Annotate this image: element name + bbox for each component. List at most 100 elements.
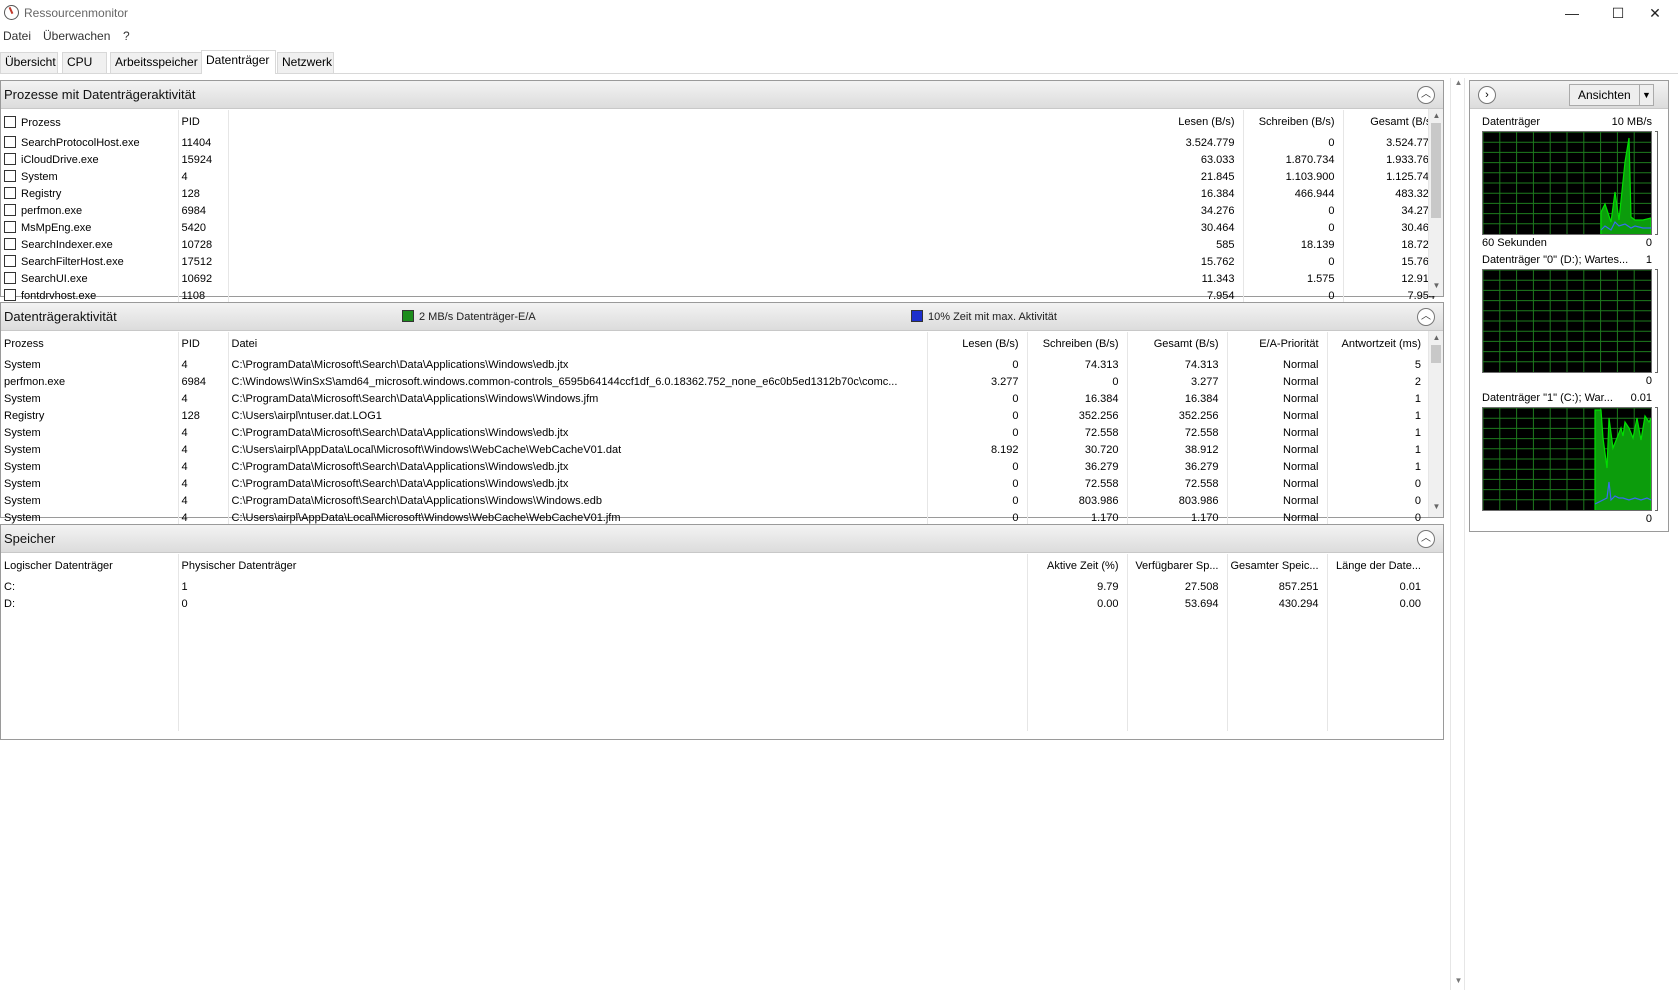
table-row[interactable]: Registry 128 C:\Users\airpl\ntuser.dat.LOG… bbox=[1, 407, 1429, 424]
process-cell[interactable]: perfmon.exe bbox=[1, 202, 178, 219]
table-row[interactable]: perfmon.exe 6984 C:\Windows\WinSxS\amd64_m… bbox=[1, 373, 1429, 390]
scroll-thumb[interactable] bbox=[1431, 123, 1441, 218]
process-cell[interactable]: SearchProtocolHost.exe bbox=[1, 134, 178, 151]
tab-overview[interactable]: Übersicht bbox=[0, 52, 58, 73]
scroll-down-icon[interactable]: ▼ bbox=[1451, 976, 1466, 985]
pid-cell: 4 bbox=[177, 356, 228, 373]
column-header-pid[interactable]: PID bbox=[177, 110, 228, 134]
table-row[interactable]: D: 0 0.00 53.694 430.294 0.00 bbox=[1, 595, 1429, 612]
read-cell: 0 bbox=[926, 475, 1027, 492]
column-header-priority[interactable]: E/A-Priorität bbox=[1226, 332, 1327, 356]
row-checkbox[interactable] bbox=[4, 170, 16, 182]
table-row[interactable]: System 4 C:\ProgramData\Microsoft\Search\D… bbox=[1, 475, 1429, 492]
tab-disk[interactable]: Datenträger bbox=[201, 50, 276, 74]
table-row[interactable]: perfmon.exe 6984 34.276 0 34.276 bbox=[1, 202, 1443, 219]
storage-panel-header[interactable]: Speicher ︿ bbox=[1, 525, 1443, 553]
panel-title: Datenträgeraktivität bbox=[4, 309, 117, 324]
column-header-pid[interactable]: PID bbox=[177, 332, 228, 356]
column-header-queue-length[interactable]: Länge der Date... bbox=[1326, 554, 1429, 578]
row-checkbox[interactable] bbox=[4, 204, 16, 216]
column-header-total[interactable]: Gesamt (B/s) bbox=[1126, 332, 1227, 356]
menu-help[interactable]: ? bbox=[123, 29, 130, 43]
process-cell[interactable]: MsMpEng.exe bbox=[1, 219, 178, 236]
table-row[interactable]: SearchUI.exe 10692 11.343 1.575 12.918 bbox=[1, 270, 1443, 287]
scroll-down-icon[interactable]: ▼ bbox=[1429, 281, 1444, 290]
column-header-write[interactable]: Schreiben (B/s) bbox=[1242, 110, 1343, 134]
column-header-available-space[interactable]: Verfügbarer Sp... bbox=[1126, 554, 1227, 578]
row-checkbox[interactable] bbox=[4, 221, 16, 233]
table-row[interactable]: System 4 C:\ProgramData\Microsoft\Search\D… bbox=[1, 356, 1429, 373]
process-cell[interactable]: SearchIndexer.exe bbox=[1, 236, 178, 253]
column-header-active-time[interactable]: Aktive Zeit (%) bbox=[1026, 554, 1127, 578]
table-row[interactable]: System 4 21.845 1.103.900 1.125.746 bbox=[1, 168, 1443, 185]
file-cell: C:\ProgramData\Microsoft\Search\Data\App… bbox=[227, 356, 927, 373]
column-header-total-space[interactable]: Gesamter Speic... bbox=[1226, 554, 1327, 578]
row-checkbox[interactable] bbox=[4, 272, 16, 284]
scroll-up-icon[interactable]: ▲ bbox=[1429, 333, 1444, 342]
graph-title: Datenträger "1" (C:); War... bbox=[1482, 392, 1613, 404]
column-header-read[interactable]: Lesen (B/s) bbox=[926, 332, 1027, 356]
empty-cell bbox=[1, 612, 178, 629]
table-row[interactable]: System 4 C:\Users\airpl\AppData\Local\Micr… bbox=[1, 441, 1429, 458]
collapse-up-icon[interactable]: ︿ bbox=[1417, 530, 1435, 548]
table-row[interactable]: SearchFilterHost.exe 17512 15.762 0 15.762 bbox=[1, 253, 1443, 270]
disk-activity-panel-header[interactable]: Datenträgeraktivität 2 MB/s Datenträger-… bbox=[1, 303, 1443, 331]
views-dropdown[interactable]: Ansichten ▼ bbox=[1569, 84, 1654, 106]
table-row[interactable]: SearchIndexer.exe 10728 585 18.139 18.725 bbox=[1, 236, 1443, 253]
column-header-response[interactable]: Antwortzeit (ms) bbox=[1326, 332, 1429, 356]
menu-monitor[interactable]: Überwachen bbox=[43, 29, 110, 43]
minimize-button[interactable]: — bbox=[1549, 0, 1595, 26]
table-row[interactable]: Registry 128 16.384 466.944 483.328 bbox=[1, 185, 1443, 202]
select-all-checkbox[interactable] bbox=[4, 115, 16, 128]
column-header-physical-disk[interactable]: Physischer Datenträger bbox=[177, 554, 1027, 578]
close-button[interactable]: ✕ bbox=[1632, 0, 1678, 26]
chevron-down-icon[interactable]: ▼ bbox=[1639, 85, 1653, 105]
process-cell[interactable]: System bbox=[1, 168, 178, 185]
tab-cpu[interactable]: CPU bbox=[62, 52, 107, 73]
tab-memory[interactable]: Arbeitsspeicher bbox=[110, 52, 202, 73]
table-row[interactable]: iCloudDrive.exe 15924 63.033 1.870.734 1.933… bbox=[1, 151, 1443, 168]
chevron-right-icon[interactable]: › bbox=[1478, 86, 1496, 104]
outer-scrollbar[interactable]: ▲ ▼ bbox=[1450, 78, 1465, 990]
file-cell: C:\ProgramData\Microsoft\Search\Data\App… bbox=[227, 424, 927, 441]
column-header-write[interactable]: Schreiben (B/s) bbox=[1026, 332, 1127, 356]
column-header-process[interactable]: Prozess bbox=[1, 332, 178, 356]
row-checkbox[interactable] bbox=[4, 238, 16, 250]
process-cell[interactable]: SearchFilterHost.exe bbox=[1, 253, 178, 270]
scroll-down-icon[interactable]: ▼ bbox=[1429, 502, 1444, 511]
column-header-process[interactable]: Prozess bbox=[1, 110, 178, 134]
collapse-up-icon[interactable]: ︿ bbox=[1417, 308, 1435, 326]
process-cell[interactable]: Registry bbox=[1, 185, 178, 202]
disk-activity-scrollbar[interactable]: ▲ ▼ bbox=[1428, 331, 1443, 517]
table-row[interactable]: MsMpEng.exe 5420 30.464 0 30.464 bbox=[1, 219, 1443, 236]
scroll-up-icon[interactable]: ▲ bbox=[1429, 111, 1444, 120]
processes-panel-header[interactable]: Prozesse mit Datenträgeraktivität ︿ bbox=[1, 81, 1443, 109]
table-row[interactable]: System 4 C:\ProgramData\Microsoft\Search\D… bbox=[1, 458, 1429, 475]
column-header-file[interactable]: Datei bbox=[227, 332, 927, 356]
row-checkbox[interactable] bbox=[4, 255, 16, 267]
column-header-logical-disk[interactable]: Logischer Datenträger bbox=[1, 554, 178, 578]
row-checkbox[interactable] bbox=[4, 289, 16, 301]
table-row[interactable]: SearchProtocolHost.exe 11404 3.524.779 0 3.5… bbox=[1, 134, 1443, 151]
scroll-up-icon[interactable]: ▲ bbox=[1451, 78, 1466, 87]
response-cell: 0 bbox=[1326, 492, 1429, 509]
column-header-read[interactable]: Lesen (B/s) bbox=[1150, 110, 1243, 134]
table-row[interactable]: System 4 C:\ProgramData\Microsoft\Search\D… bbox=[1, 390, 1429, 407]
table-row[interactable]: System 4 C:\ProgramData\Microsoft\Search\D… bbox=[1, 424, 1429, 441]
tab-strip: Übersicht CPU Arbeitsspeicher Datenträge… bbox=[0, 50, 1678, 74]
process-cell[interactable]: SearchUI.exe bbox=[1, 270, 178, 287]
process-name: iCloudDrive.exe bbox=[21, 154, 99, 166]
scroll-thumb[interactable] bbox=[1431, 345, 1441, 363]
table-row[interactable]: C: 1 9.79 27.508 857.251 0.01 bbox=[1, 578, 1429, 595]
spacer-cell bbox=[227, 236, 1150, 253]
tab-network[interactable]: Netzwerk bbox=[277, 52, 334, 73]
row-checkbox[interactable] bbox=[4, 153, 16, 165]
processes-scrollbar[interactable]: ▲ ▼ bbox=[1428, 109, 1443, 296]
row-checkbox[interactable] bbox=[4, 136, 16, 148]
table-row[interactable]: System 4 C:\ProgramData\Microsoft\Search\D… bbox=[1, 492, 1429, 509]
collapse-up-icon[interactable]: ︿ bbox=[1417, 86, 1435, 104]
row-checkbox[interactable] bbox=[4, 187, 16, 199]
queue-length-cell: 0.01 bbox=[1326, 578, 1429, 595]
menu-file[interactable]: Datei bbox=[3, 29, 31, 43]
process-cell[interactable]: iCloudDrive.exe bbox=[1, 151, 178, 168]
